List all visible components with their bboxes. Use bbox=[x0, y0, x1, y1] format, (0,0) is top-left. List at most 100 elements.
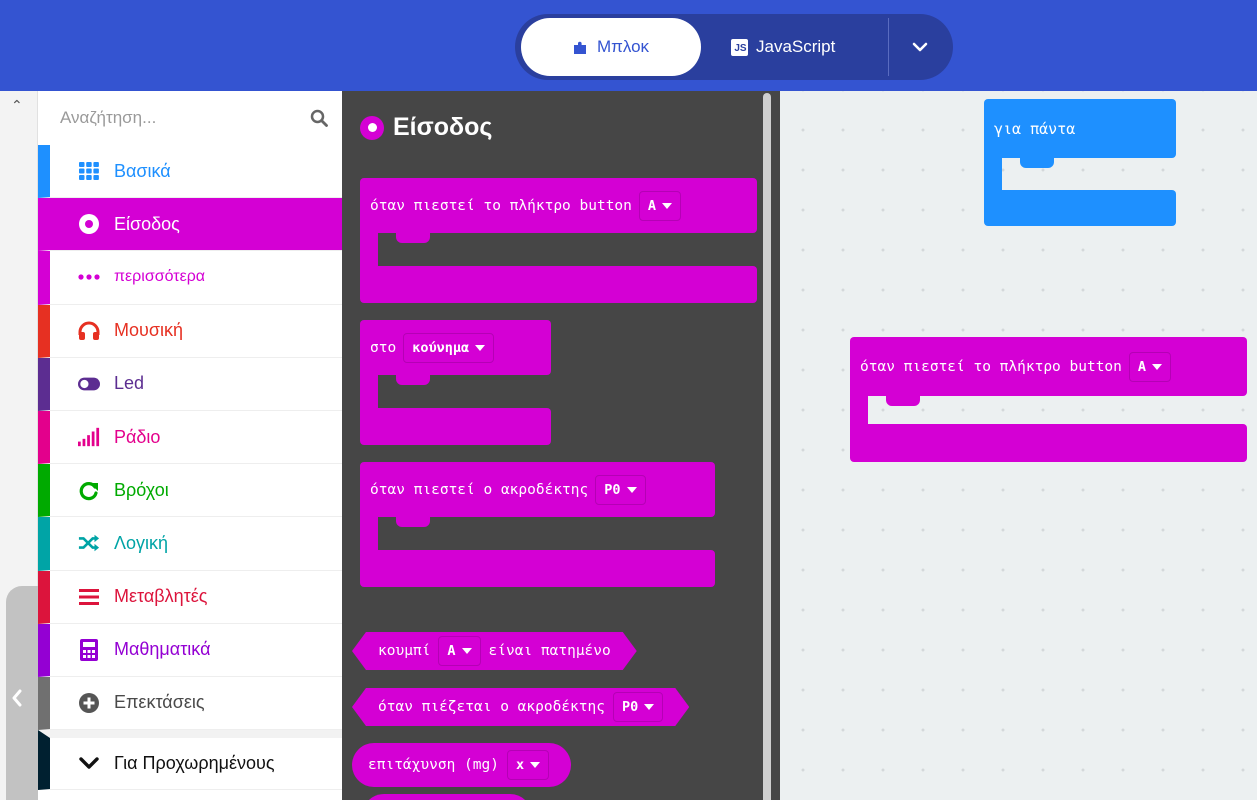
category-extensions[interactable]: Επεκτάσεις bbox=[38, 676, 342, 731]
search-icon[interactable] bbox=[310, 109, 328, 127]
category-loops[interactable]: Βρόχοι bbox=[38, 464, 342, 518]
gesture-dropdown[interactable]: κούνημα bbox=[403, 332, 495, 363]
javascript-tab[interactable]: JS JavaScript bbox=[731, 18, 835, 76]
block-header: όταν πιεστεί ο ακροδέκτης P0 bbox=[360, 462, 715, 517]
dropdown-arrow-icon bbox=[662, 202, 673, 209]
search-input[interactable] bbox=[38, 91, 342, 145]
dropdown-value: x bbox=[515, 757, 525, 773]
category-label: Για Προχωρημένους bbox=[114, 753, 275, 774]
scroll-up-icon[interactable]: ⌃ bbox=[11, 97, 23, 114]
flyout-title-text: Είσοδος bbox=[393, 113, 493, 141]
list-icon bbox=[78, 586, 100, 608]
calculator-icon bbox=[78, 638, 100, 661]
category-label: Βασικά bbox=[114, 160, 171, 181]
chevron-left-icon[interactable] bbox=[11, 689, 23, 707]
chevron-down-icon bbox=[912, 42, 928, 52]
editor-toggle: Μπλοκ JS JavaScript bbox=[515, 14, 953, 80]
language-menu-button[interactable] bbox=[893, 18, 947, 76]
category-input-more[interactable]: περισσότερα bbox=[38, 251, 342, 305]
dropdown-arrow-icon bbox=[1152, 363, 1163, 370]
dropdown-value: P0 bbox=[621, 699, 639, 715]
category-basic[interactable]: Βασικά bbox=[38, 145, 342, 199]
toolbox: Βασικά Είσοδος περισσότερα Μουσική bbox=[38, 91, 342, 800]
radio-button-icon bbox=[78, 213, 100, 235]
block-header: όταν πιεστεί το πλήκτρο button A bbox=[850, 337, 1247, 396]
block-text: όταν πιεστεί το πλήκτρο button bbox=[370, 197, 632, 214]
block-notch bbox=[396, 233, 430, 243]
workspace-canvas[interactable]: για πάντα όταν πιεστεί το πλήκτρο button… bbox=[780, 91, 1257, 800]
block-text: όταν πιεστεί ο ακροδέκτης bbox=[370, 481, 589, 498]
button-dropdown[interactable]: A bbox=[438, 636, 480, 666]
block-arm bbox=[984, 158, 1002, 190]
category-math[interactable]: Μαθηματικά bbox=[38, 623, 342, 677]
button-dropdown[interactable]: A bbox=[638, 190, 682, 221]
grid-icon bbox=[78, 160, 100, 182]
block-notch bbox=[1020, 158, 1054, 168]
dropdown-value: A bbox=[1137, 358, 1147, 375]
block-footer bbox=[360, 550, 715, 587]
category-label: Επεκτάσεις bbox=[114, 692, 205, 713]
radio-button-icon bbox=[360, 115, 384, 140]
dropdown-value: κούνημα bbox=[412, 339, 470, 356]
block-button-is-pressed[interactable]: κουμπί A είναι πατημένο bbox=[352, 632, 637, 670]
category-label: περισσότερα bbox=[114, 268, 206, 286]
category-music[interactable]: Μουσική bbox=[38, 304, 342, 358]
pin-dropdown[interactable]: P0 bbox=[613, 692, 663, 722]
dropdown-arrow-icon bbox=[644, 704, 654, 710]
toolbox-scrollbar[interactable]: ⌃ bbox=[0, 91, 40, 800]
block-pin-is-pressed[interactable]: όταν πιέζεται ο ακροδέκτης P0 bbox=[352, 688, 689, 726]
block-notch bbox=[396, 517, 430, 527]
category-label: Ράδιο bbox=[114, 426, 161, 447]
category-label: Led bbox=[114, 373, 145, 394]
javascript-tab-label: JavaScript bbox=[756, 37, 836, 56]
block-footer bbox=[360, 408, 551, 445]
block-next-partial[interactable] bbox=[362, 794, 532, 800]
category-label: Μουσική bbox=[114, 320, 183, 341]
block-text: είναι πατημένο bbox=[488, 643, 611, 659]
category-label: Βρόχοι bbox=[114, 479, 169, 500]
button-dropdown[interactable]: A bbox=[1128, 351, 1172, 382]
blocks-tab-label: Μπλοκ bbox=[596, 37, 650, 56]
block-header: όταν πιεστεί το πλήκτρο button A bbox=[360, 178, 757, 233]
block-text: επιτάχυνση (mg) bbox=[368, 757, 499, 773]
category-label: Λογική bbox=[114, 532, 169, 553]
block-arm bbox=[850, 396, 868, 424]
dropdown-arrow-icon bbox=[462, 648, 472, 654]
signal-bars-icon bbox=[78, 426, 100, 448]
pin-dropdown[interactable]: P0 bbox=[595, 474, 646, 505]
dropdown-arrow-icon bbox=[475, 344, 486, 351]
flyout-scrollbar[interactable] bbox=[763, 93, 771, 800]
block-flyout: Είσοδος όταν πιεστεί το πλήκτρο button A… bbox=[342, 91, 780, 800]
makecode-editor: Μπλοκ JS JavaScript ⌃ Αναζήτηση... Βασικ… bbox=[0, 0, 1257, 800]
category-label: Μεταβλητές bbox=[114, 586, 208, 607]
block-header: στο κούνημα bbox=[360, 320, 551, 375]
block-arm bbox=[360, 517, 378, 550]
category-input[interactable]: Είσοδος bbox=[38, 198, 342, 252]
axis-dropdown[interactable]: x bbox=[506, 750, 550, 780]
toggle-icon bbox=[78, 373, 100, 395]
refresh-icon bbox=[78, 479, 100, 501]
dots-icon bbox=[78, 266, 100, 288]
chevron-down-icon bbox=[78, 753, 100, 775]
dropdown-value: P0 bbox=[604, 481, 621, 498]
category-advanced[interactable]: Για Προχωρημένους bbox=[38, 730, 342, 791]
toolbox-search bbox=[38, 91, 342, 145]
category-led[interactable]: Led bbox=[38, 357, 342, 411]
category-variables[interactable]: Μεταβλητές bbox=[38, 570, 342, 624]
block-notch bbox=[396, 375, 430, 385]
forever-header: για πάντα bbox=[984, 99, 1176, 158]
blocks-tab[interactable]: Μπλοκ bbox=[521, 18, 701, 76]
block-text: όταν πιεστεί το πλήκτρο button bbox=[860, 358, 1122, 375]
block-text: κουμπί bbox=[378, 643, 431, 659]
top-bar: Μπλοκ JS JavaScript bbox=[0, 0, 1257, 91]
javascript-icon: JS bbox=[731, 38, 748, 56]
category-logic[interactable]: Λογική bbox=[38, 517, 342, 571]
block-text: όταν πιέζεται ο ακροδέκτης bbox=[378, 699, 605, 715]
block-acceleration[interactable]: επιτάχυνση (mg) x bbox=[352, 743, 572, 787]
block-footer bbox=[850, 424, 1247, 462]
dropdown-value: A bbox=[647, 197, 657, 214]
category-label: Είσοδος bbox=[114, 213, 180, 234]
category-radio[interactable]: Ράδιο bbox=[38, 410, 342, 465]
plus-circle-icon bbox=[78, 692, 100, 714]
dropdown-value: A bbox=[447, 643, 456, 659]
